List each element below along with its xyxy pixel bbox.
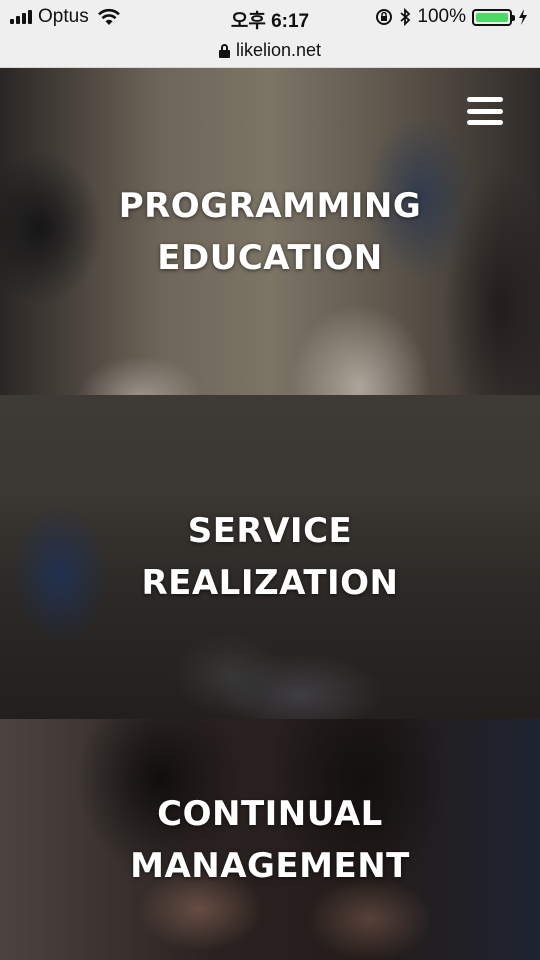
url-text[interactable]: likelion.net: [236, 40, 321, 61]
battery-level: [476, 12, 508, 22]
status-bar: Optus 오후 6:17 100%: [0, 0, 540, 34]
panel-title: PROGRAMMING EDUCATION: [119, 180, 422, 284]
charging-icon: [519, 9, 527, 25]
hamburger-menu-icon[interactable]: [467, 97, 503, 125]
panel-programming-education[interactable]: PROGRAMMING EDUCATION: [0, 68, 540, 395]
bluetooth-icon: [400, 8, 411, 26]
battery-icon: [472, 8, 515, 26]
panel-continual-management[interactable]: CONTINUAL MANAGEMENT: [0, 719, 540, 960]
panel-title-line: REALIZATION: [141, 563, 399, 603]
status-right: 100%: [375, 6, 528, 28]
panel-title-line: MANAGEMENT: [130, 845, 410, 886]
panel-service-realization[interactable]: SERVICE REALIZATION: [0, 395, 540, 719]
panel-title-line: PROGRAMMING: [118, 185, 422, 226]
battery-percent: 100%: [417, 6, 466, 27]
panel-title-line: EDUCATION: [157, 237, 383, 278]
panel-title-line: CONTINUAL: [157, 793, 383, 834]
orientation-lock-icon: [376, 9, 393, 25]
panel-title-line: SERVICE: [187, 511, 353, 551]
panel-title: SERVICE REALIZATION: [141, 505, 398, 609]
lock-icon: [218, 43, 230, 58]
address-bar[interactable]: likelion.net: [0, 34, 540, 68]
panel-title: CONTINUAL MANAGEMENT: [130, 788, 410, 892]
